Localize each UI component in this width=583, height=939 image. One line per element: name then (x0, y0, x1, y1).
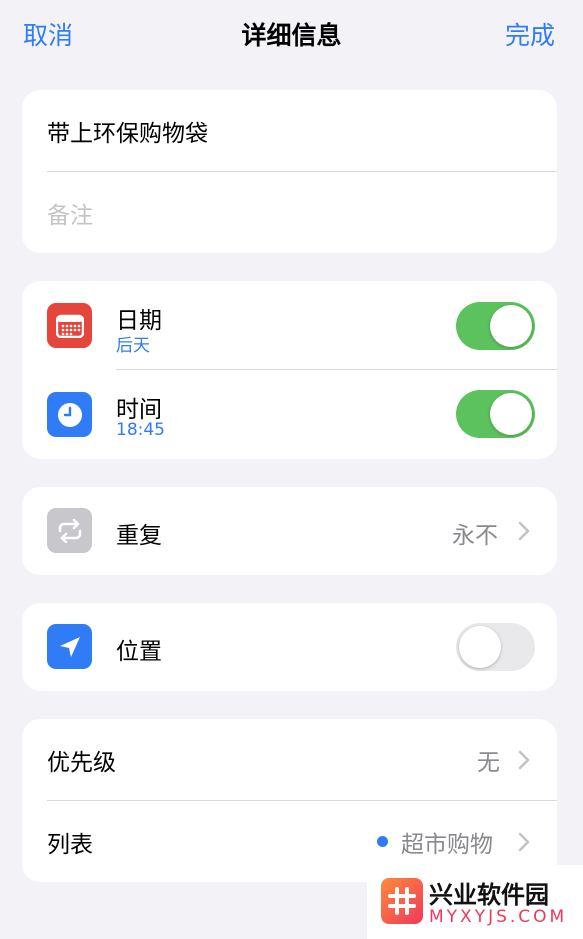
toggle-knob (490, 305, 532, 347)
date-toggle[interactable] (456, 302, 535, 350)
chevron-right-icon (518, 750, 530, 770)
page-title: 详细信息 (241, 21, 342, 50)
divider (47, 800, 557, 801)
watermark-title: 兴业软件园 (429, 881, 549, 909)
chevron-right-icon (518, 832, 530, 852)
watermark: 兴业软件园 MYXYJS.COM (367, 865, 583, 939)
notes-field[interactable]: 备注 (47, 196, 93, 230)
list-label: 列表 (47, 832, 93, 858)
date-time-card: 日期 后天 时间 18:45 (22, 281, 557, 459)
watermark-logo-icon (381, 878, 423, 924)
toggle-knob (459, 626, 501, 668)
done-button[interactable]: 完成 (505, 16, 555, 52)
repeat-label: 重复 (116, 523, 162, 549)
repeat-card[interactable]: 重复 永不 (22, 487, 557, 575)
calendar-icon (47, 303, 92, 348)
time-value[interactable]: 18:45 (116, 420, 165, 440)
divider (116, 369, 557, 370)
location-toggle[interactable] (456, 623, 535, 671)
location-card: 位置 (22, 603, 557, 691)
time-toggle[interactable] (456, 390, 535, 438)
divider (47, 171, 557, 172)
repeat-icon (47, 508, 92, 553)
location-label: 位置 (116, 639, 162, 665)
watermark-sub: MYXYJS.COM (429, 907, 568, 927)
title-notes-card: 带上环保购物袋 备注 (22, 90, 557, 253)
toggle-knob (490, 393, 532, 435)
date-value[interactable]: 后天 (116, 331, 150, 356)
list-value: 超市购物 (401, 832, 493, 858)
repeat-value: 永不 (452, 523, 498, 549)
date-label: 日期 (116, 308, 162, 334)
clock-icon (47, 392, 92, 437)
time-label: 时间 (116, 397, 162, 423)
task-title-field[interactable]: 带上环保购物袋 (47, 114, 208, 148)
list-color-dot (377, 836, 388, 847)
priority-label: 优先级 (47, 750, 116, 776)
nav-bar: 取消 详细信息 完成 (0, 0, 583, 70)
priority-list-card: 优先级 无 列表 超市购物 (22, 719, 557, 882)
chevron-right-icon (518, 521, 530, 541)
location-arrow-icon (47, 624, 92, 669)
priority-value: 无 (477, 750, 500, 776)
